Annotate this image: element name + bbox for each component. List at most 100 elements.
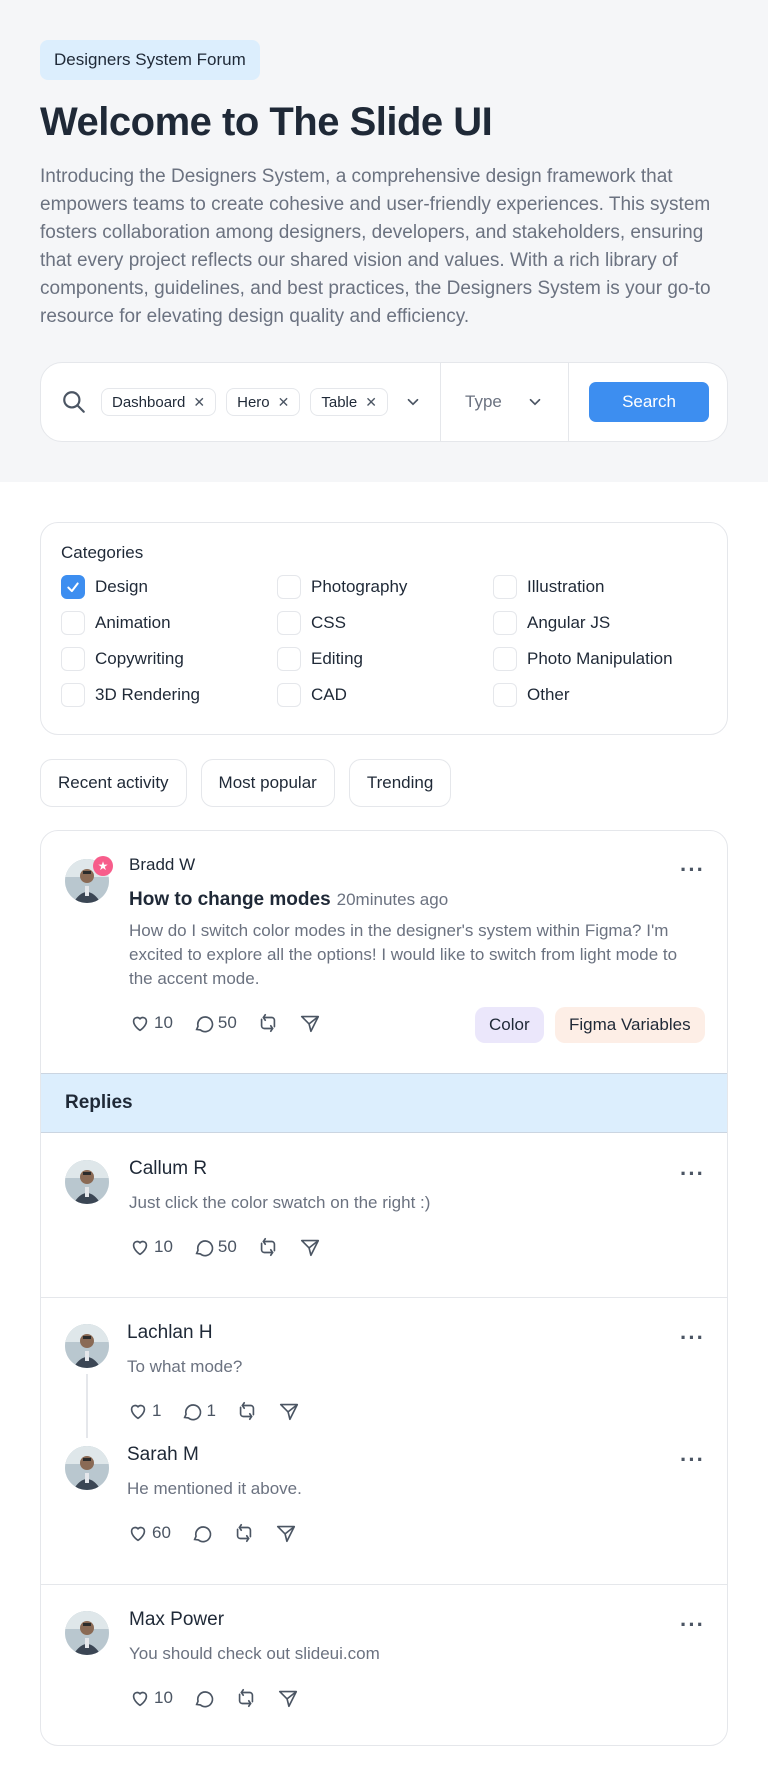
reply-author[interactable]: Sarah M bbox=[127, 1444, 199, 1466]
checkbox[interactable] bbox=[61, 683, 85, 707]
comment-button[interactable] bbox=[191, 1522, 213, 1544]
checkbox-checked[interactable] bbox=[61, 575, 85, 599]
comment-icon bbox=[183, 1404, 202, 1421]
comment-button[interactable]: 1 bbox=[181, 1400, 216, 1422]
reply-text: He mentioned it above. bbox=[127, 1479, 302, 1498]
category-other[interactable]: Other bbox=[493, 683, 709, 707]
category-photo-manipulation[interactable]: Photo Manipulation bbox=[493, 647, 709, 671]
share-button[interactable] bbox=[275, 1522, 297, 1544]
comment-count: 50 bbox=[217, 1013, 237, 1032]
like-button[interactable]: 10 bbox=[129, 1236, 173, 1258]
post-title-row: How to change modes 20minutes ago bbox=[129, 889, 448, 911]
share-button[interactable] bbox=[278, 1400, 300, 1422]
category-css[interactable]: CSS bbox=[277, 611, 493, 635]
category-cad[interactable]: CAD bbox=[277, 683, 493, 707]
checkbox[interactable] bbox=[61, 647, 85, 671]
categories-grid: Design Photography Illustration Animatio… bbox=[61, 575, 707, 707]
avatar[interactable] bbox=[65, 1324, 109, 1368]
more-options-icon[interactable]: ··· bbox=[680, 1327, 705, 1349]
tab-trending[interactable]: Trending bbox=[348, 759, 452, 807]
chevron-down-icon bbox=[526, 393, 544, 411]
like-button[interactable]: 10 bbox=[129, 1012, 173, 1034]
checkbox[interactable] bbox=[493, 575, 517, 599]
category-illustration[interactable]: Illustration bbox=[493, 575, 709, 599]
category-editing[interactable]: Editing bbox=[277, 647, 493, 671]
reply-author[interactable]: Callum R bbox=[129, 1158, 207, 1180]
search-button[interactable]: Search bbox=[589, 382, 709, 422]
like-button[interactable]: 10 bbox=[129, 1687, 173, 1709]
chip-dashboard[interactable]: Dashboard ✕ bbox=[101, 388, 217, 416]
like-count: 10 bbox=[154, 1013, 173, 1032]
more-options-icon[interactable]: ··· bbox=[680, 1449, 705, 1471]
repost-button[interactable] bbox=[257, 1012, 279, 1034]
comment-button[interactable]: 50 bbox=[193, 1012, 237, 1034]
checkbox[interactable] bbox=[493, 611, 517, 635]
reply-author[interactable]: Lachlan H bbox=[127, 1322, 213, 1344]
avatar[interactable] bbox=[65, 1160, 109, 1204]
type-select[interactable]: Type bbox=[441, 363, 569, 441]
tab-recent-activity[interactable]: Recent activity bbox=[40, 759, 187, 807]
share-button[interactable] bbox=[277, 1687, 299, 1709]
category-photography[interactable]: Photography bbox=[277, 575, 493, 599]
comment-button[interactable]: 50 bbox=[193, 1236, 237, 1258]
more-options-icon[interactable]: ··· bbox=[680, 1163, 705, 1185]
close-icon[interactable]: ✕ bbox=[193, 394, 205, 411]
chip-hero[interactable]: Hero ✕ bbox=[226, 388, 301, 416]
filter-tabs: Recent activity Most popular Trending bbox=[40, 759, 452, 807]
like-button[interactable]: 1 bbox=[127, 1400, 161, 1422]
category-label: Photo Manipulation bbox=[527, 649, 673, 668]
chevron-down-icon[interactable] bbox=[404, 393, 422, 411]
avatar[interactable] bbox=[65, 1611, 109, 1655]
comment-count: 50 bbox=[217, 1237, 237, 1256]
share-button[interactable] bbox=[299, 1012, 321, 1034]
more-options-icon[interactable]: ··· bbox=[680, 859, 705, 881]
forum-badge: Designers System Forum bbox=[40, 40, 260, 80]
repost-button[interactable] bbox=[235, 1687, 257, 1709]
category-label: CSS bbox=[311, 613, 346, 632]
send-icon bbox=[300, 1015, 319, 1033]
post-title[interactable]: How to change modes bbox=[129, 889, 331, 910]
checkbox[interactable] bbox=[493, 647, 517, 671]
tag-color[interactable]: Color bbox=[475, 1007, 544, 1043]
category-animation[interactable]: Animation bbox=[61, 611, 277, 635]
like-count: 60 bbox=[152, 1523, 171, 1542]
thread-connector bbox=[86, 1374, 88, 1438]
chip-table[interactable]: Table ✕ bbox=[310, 388, 388, 416]
checkbox[interactable] bbox=[61, 611, 85, 635]
replies-header: Replies bbox=[41, 1073, 727, 1133]
heart-icon bbox=[130, 1526, 146, 1542]
like-count: 10 bbox=[154, 1237, 173, 1256]
category-label: Angular JS bbox=[527, 613, 611, 632]
category-angular-js[interactable]: Angular JS bbox=[493, 611, 709, 635]
type-select-label: Type bbox=[465, 392, 502, 411]
post-author[interactable]: Bradd W bbox=[129, 855, 195, 875]
more-options-icon[interactable]: ··· bbox=[680, 1614, 705, 1636]
checkbox[interactable] bbox=[277, 683, 301, 707]
checkbox[interactable] bbox=[277, 647, 301, 671]
category-3d-rendering[interactable]: 3D Rendering bbox=[61, 683, 277, 707]
category-design[interactable]: Design bbox=[61, 575, 277, 599]
reply-actions: 1 1 bbox=[127, 1400, 300, 1422]
comment-button[interactable] bbox=[193, 1687, 215, 1709]
tab-most-popular[interactable]: Most popular bbox=[200, 759, 335, 807]
tag-figma-variables[interactable]: Figma Variables bbox=[555, 1007, 705, 1043]
divider bbox=[41, 1297, 727, 1298]
repost-button[interactable] bbox=[233, 1522, 255, 1544]
reply-author[interactable]: Max Power bbox=[129, 1609, 224, 1631]
repost-button[interactable] bbox=[257, 1236, 279, 1258]
send-icon bbox=[300, 1239, 319, 1257]
checkbox[interactable] bbox=[277, 611, 301, 635]
close-icon[interactable]: ✕ bbox=[365, 394, 377, 411]
share-button[interactable] bbox=[299, 1236, 321, 1258]
category-label: Design bbox=[95, 577, 148, 596]
heart-icon bbox=[132, 1691, 148, 1707]
category-copywriting[interactable]: Copywriting bbox=[61, 647, 277, 671]
like-button[interactable]: 60 bbox=[127, 1522, 171, 1544]
checkbox[interactable] bbox=[277, 575, 301, 599]
tag-search-field[interactable]: Dashboard ✕ Hero ✕ Table ✕ bbox=[41, 363, 441, 441]
repost-button[interactable] bbox=[236, 1400, 258, 1422]
avatar[interactable] bbox=[65, 1446, 109, 1490]
repost-icon bbox=[236, 1523, 252, 1543]
checkbox[interactable] bbox=[493, 683, 517, 707]
close-icon[interactable]: ✕ bbox=[278, 394, 290, 411]
